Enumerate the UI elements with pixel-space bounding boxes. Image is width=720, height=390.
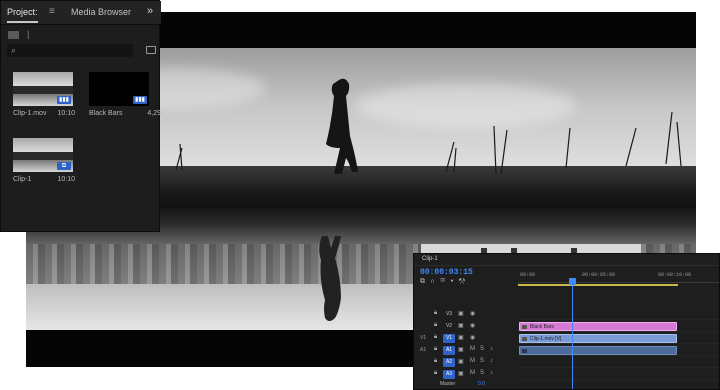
clip-label: Clip-1.mov [V] xyxy=(530,336,562,342)
track-header-v3: 🔒︎ V3 ▣ ◉ xyxy=(414,310,518,320)
sync-lock-icon[interactable]: ▣ xyxy=(458,310,464,317)
track-name[interactable]: A2 xyxy=(443,358,455,367)
lock-icon[interactable]: 🔒︎ xyxy=(434,310,437,317)
thumb-ground xyxy=(13,86,73,94)
track-header-v1: V1 🔒︎ V1 ▣ ◉ xyxy=(414,334,518,344)
tab-media-browser[interactable]: Media Browser xyxy=(71,7,131,17)
lock-icon[interactable]: 🔒︎ xyxy=(434,358,437,365)
mute-button[interactable]: M xyxy=(470,346,475,352)
sync-lock-icon[interactable]: ▣ xyxy=(458,358,464,365)
playhead-line[interactable] xyxy=(572,282,573,389)
search-icon: ⌕ xyxy=(11,45,17,55)
track-name[interactable]: A3 xyxy=(443,370,455,379)
timeline-panel: Clip-1 00:00:03:15 ⧉∩⚭▾⚒ 00:00 00:00:05:… xyxy=(413,253,720,390)
source-target[interactable]: A1 xyxy=(420,347,426,353)
path-separator: | xyxy=(27,29,30,39)
wrench-icon[interactable]: ⚒ xyxy=(458,278,470,285)
clip-thumbnail: ▮▮▮ xyxy=(13,72,73,106)
master-volume-value[interactable]: 0.0 xyxy=(478,381,485,387)
search-input[interactable]: ⌕ xyxy=(7,44,133,57)
track-header-a2: 🔒︎ A2 ▣ M S ♪ xyxy=(414,358,518,368)
thumb-ground xyxy=(13,152,73,160)
mute-button[interactable]: M xyxy=(470,358,475,364)
folder-icon[interactable] xyxy=(8,31,19,39)
eye-icon[interactable]: ◉ xyxy=(470,334,475,341)
linked-selection-icon[interactable]: ⚭ xyxy=(440,278,450,285)
track-lane-v3[interactable] xyxy=(518,310,719,320)
thumb-sky xyxy=(13,72,73,86)
lock-icon[interactable]: 🔒︎ xyxy=(434,322,437,329)
track-name[interactable]: V3 xyxy=(443,310,455,319)
clip-label: Black Bars xyxy=(530,324,554,330)
item-duration: 10:10 xyxy=(57,110,75,117)
work-area-bar[interactable] xyxy=(518,284,678,286)
ruler-label: 00:00 xyxy=(520,272,536,278)
mic-icon[interactable]: ♪ xyxy=(490,358,493,364)
panel-menu-icon[interactable]: ≡ xyxy=(49,6,55,17)
sync-lock-icon[interactable]: ▣ xyxy=(458,370,464,377)
more-panels-icon[interactable]: » xyxy=(147,5,153,17)
track-header-v2: 🔒︎ V2 ▣ ◉ xyxy=(414,322,518,332)
new-bin-icon[interactable] xyxy=(146,46,156,54)
track-header-a3: 🔒︎ A3 ▣ M S ♪ xyxy=(414,370,518,380)
ruler-label: 00:00:10:00 xyxy=(658,272,692,278)
sequence-thumbnail: ⧉ xyxy=(13,138,73,172)
item-duration: 4,29 xyxy=(147,110,161,117)
mic-icon[interactable]: ♪ xyxy=(490,370,493,376)
media-type-icon: ▮▮▮ xyxy=(133,96,147,104)
project-tab-bar: Project: ≡ Media Browser » xyxy=(1,1,161,25)
track-lane-a2[interactable] xyxy=(518,358,719,368)
lock-icon[interactable]: 🔒︎ xyxy=(434,346,437,353)
ruler-label: 00:00:05:00 xyxy=(582,272,616,278)
solo-button[interactable]: S xyxy=(480,346,484,352)
master-track-label: Master xyxy=(440,381,456,387)
tab-sequence[interactable]: Clip-1 xyxy=(422,256,438,262)
tab-divider xyxy=(414,265,719,266)
track-name[interactable]: A1 xyxy=(443,346,455,355)
track-name[interactable]: V2 xyxy=(443,322,455,331)
track-lane-a3[interactable] xyxy=(518,370,719,380)
sync-lock-icon[interactable]: ▣ xyxy=(458,346,464,353)
lock-icon[interactable]: 🔒︎ xyxy=(434,370,437,377)
thumb-sky xyxy=(13,138,73,152)
project-panel: Project: ≡ Media Browser » | ⌕ ▮▮▮ Clip-… xyxy=(0,0,161,232)
eye-icon[interactable]: ◉ xyxy=(470,322,475,329)
sync-lock-icon[interactable]: ▣ xyxy=(458,334,464,341)
lock-icon[interactable]: 🔒︎ xyxy=(434,334,437,341)
eye-icon[interactable]: ◉ xyxy=(470,310,475,317)
sequence-icon: ⧉ xyxy=(57,162,71,170)
timeline-tools: ⧉∩⚭▾⚒ xyxy=(420,278,470,286)
source-target[interactable]: V1 xyxy=(420,335,426,341)
item-name: Clip-1 xyxy=(13,176,32,183)
track-header-a1: A1 🔒︎ A1 ▣ M S ♪ xyxy=(414,346,518,356)
mic-icon[interactable]: ♪ xyxy=(490,346,493,352)
clip-black-bars[interactable]: Black Bars xyxy=(519,322,677,331)
tab-project[interactable]: Project: xyxy=(7,7,38,23)
playhead-timecode[interactable]: 00:00:03:15 xyxy=(420,268,473,277)
snap-icon[interactable]: ∩ xyxy=(430,278,440,285)
solo-button[interactable]: S xyxy=(480,358,484,364)
media-type-icon: ▮▮▮ xyxy=(57,96,71,104)
clip-video[interactable]: Clip-1.mov [V] xyxy=(519,334,677,343)
item-name: Clip-1.mov xyxy=(13,110,47,117)
item-duration: 10:10 xyxy=(57,176,75,183)
sync-lock-icon[interactable]: ▣ xyxy=(458,322,464,329)
audio-badge-icon xyxy=(522,349,527,353)
solo-button[interactable]: S xyxy=(480,370,484,376)
nest-icon[interactable]: ⧉ xyxy=(420,278,430,285)
black-bars-thumbnail: ▮▮▮ xyxy=(89,72,149,106)
clip-audio[interactable] xyxy=(519,346,677,355)
mute-button[interactable]: M xyxy=(470,370,475,376)
fx-badge-icon xyxy=(522,325,527,329)
fx-badge-icon xyxy=(522,337,527,341)
item-name: Black Bars xyxy=(89,110,123,117)
track-name[interactable]: V1 xyxy=(443,334,455,343)
